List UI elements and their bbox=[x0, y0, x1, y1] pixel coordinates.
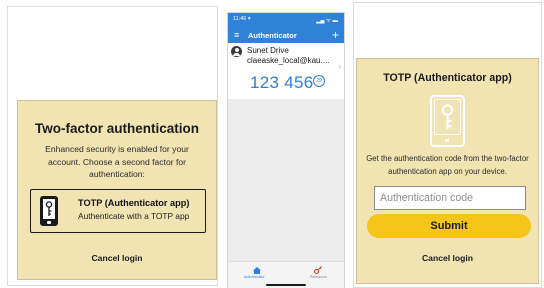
authenticator-phone-screenshot: 11:46 ▾ ▂▄ ᯤ ▬ ≡ Authenticator + Sunet D… bbox=[228, 13, 344, 288]
totp-title: TOTP (Authenticator app) bbox=[383, 72, 512, 84]
phone-tab-bar: Authenticator Passwords bbox=[228, 261, 344, 288]
authenticator-title: Authenticator bbox=[248, 31, 297, 40]
menu-icon[interactable]: ≡ bbox=[234, 30, 239, 40]
authenticator-header: ≡ Authenticator + bbox=[228, 28, 344, 43]
totp-code: 123 456 bbox=[250, 73, 314, 92]
countdown-timer-icon: 29 bbox=[313, 75, 325, 87]
account-entry[interactable]: Sunet Drive claeaske_local@kau.... 123 4… bbox=[228, 43, 344, 99]
plus-icon[interactable]: + bbox=[332, 28, 339, 42]
signal-battery-icon: ▂▄ ᯤ ▬ bbox=[316, 18, 338, 24]
totp-description: Get the authentication code from the two… bbox=[366, 154, 529, 176]
totp-option-title: TOTP (Authenticator app) bbox=[78, 198, 190, 208]
status-time: 11:46 ▾ bbox=[233, 16, 251, 22]
totp-option-button[interactable]: TOTP (Authenticator app) Authenticate wi… bbox=[30, 189, 206, 233]
two-factor-description: Enhanced security is enabled for your ac… bbox=[45, 144, 189, 179]
totp-card: TOTP (Authenticator app) Get the authent… bbox=[356, 58, 539, 284]
phone-status-bar: 11:46 ▾ ▂▄ ᯤ ▬ bbox=[228, 13, 344, 29]
account-email: claeaske_local@kau.... bbox=[247, 56, 330, 65]
authentication-code-input[interactable] bbox=[374, 186, 526, 210]
home-icon[interactable] bbox=[253, 267, 261, 274]
tab-authenticator[interactable]: Authenticator bbox=[244, 275, 265, 279]
account-name: Sunet Drive bbox=[247, 46, 289, 55]
avatar-icon bbox=[231, 46, 242, 57]
totp-option-subtitle: Authenticate with a TOTP app bbox=[78, 211, 190, 221]
cancel-login-link[interactable]: Cancel login bbox=[18, 253, 216, 263]
chevron-right-icon: › bbox=[338, 62, 341, 71]
phone-key-icon bbox=[40, 196, 58, 226]
tab-passwords[interactable]: Passwords bbox=[310, 275, 327, 279]
home-indicator bbox=[266, 284, 306, 286]
two-factor-title: Two-factor authentication bbox=[35, 121, 199, 136]
two-factor-card: Two-factor authentication Enhanced secur… bbox=[17, 100, 217, 280]
phone-key-icon bbox=[430, 95, 465, 147]
cancel-login-link[interactable]: Cancel login bbox=[357, 253, 538, 263]
submit-button[interactable]: Submit bbox=[367, 214, 531, 238]
key-icon[interactable] bbox=[314, 266, 322, 274]
